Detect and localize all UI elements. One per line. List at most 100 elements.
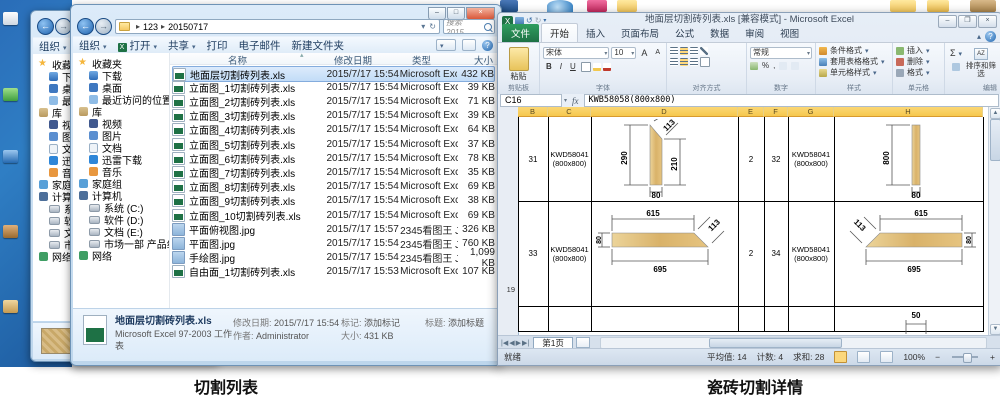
desktop-icon[interactable] [3, 88, 18, 101]
insert-cells-button[interactable]: 插入 [896, 45, 941, 56]
scroll-down-icon[interactable]: ▼ [990, 324, 1000, 335]
decrease-decimal-icon[interactable] [791, 62, 799, 70]
folder-icon[interactable] [617, 0, 637, 12]
folder-icon[interactable] [927, 0, 949, 12]
fill-button[interactable] [952, 63, 960, 71]
page-break-view-icon[interactable] [880, 351, 893, 363]
fill-color-button[interactable] [593, 63, 601, 71]
explorer-window[interactable]: – □ × ← → ▸ 123 ▸ 20150717 ▾ ↻ 搜索 2015..… [70, 4, 502, 366]
ribbon-tab[interactable]: 视图 [772, 24, 807, 42]
sidebar-item[interactable]: 迅雷下载 [89, 154, 169, 165]
bold-button[interactable]: B [543, 61, 555, 73]
excel-window[interactable]: X ↺ ↻ ▾ 地面层切割砖列表.xls [兼容模式] - Microsoft … [497, 12, 1000, 366]
paste-icon[interactable] [509, 47, 529, 71]
autosum-button[interactable]: Σ [948, 47, 964, 61]
column-header[interactable]: B [518, 107, 548, 117]
sheet-tab[interactable]: 第1页 [533, 337, 573, 349]
align-center-icon[interactable] [680, 58, 688, 66]
normal-view-icon[interactable] [834, 351, 847, 363]
cell-c20[interactable]: KWD58041(800x800) [548, 201, 591, 306]
share-button[interactable]: 共享 [168, 38, 196, 53]
search-input[interactable]: 搜索 2015... [443, 19, 495, 34]
cell-g19[interactable]: KWD58041(800x800) [788, 117, 834, 201]
ribbon-tab[interactable]: 审阅 [737, 24, 772, 42]
underline-button[interactable]: U [567, 61, 579, 73]
breadcrumb-root[interactable]: 123 [143, 22, 158, 32]
file-tab[interactable]: 文件 [502, 24, 539, 42]
new-folder-button[interactable]: 新建文件夹 [292, 38, 345, 53]
details-tags-value[interactable]: 添加标记 [364, 318, 400, 328]
file-row[interactable]: 平面图.jpg 2015/7/17 15:54 2345看图王 JPG ... … [172, 236, 495, 250]
formula-input[interactable]: KWB58058(800x800) [584, 94, 999, 107]
file-row[interactable]: 立面图_6切割砖列表.xls 2015/7/17 15:54 Microsoft… [172, 151, 495, 165]
sidebar-item[interactable]: 网络 [79, 250, 169, 261]
zoom-out-icon[interactable]: − [935, 352, 940, 362]
file-row[interactable]: 立面图_2切割砖列表.xls 2015/7/17 15:54 Microsoft… [172, 94, 495, 108]
file-row[interactable]: 立面图_5切割砖列表.xls 2015/7/17 15:54 Microsoft… [172, 137, 495, 151]
ribbon-tab[interactable]: 插入 [578, 24, 613, 42]
increase-decimal-icon[interactable] [779, 62, 787, 70]
merge-center-icon[interactable] [700, 57, 710, 67]
breadcrumb[interactable]: ▸ 123 ▸ 20150717 ▾ ↻ [115, 19, 440, 34]
font-size-combo[interactable]: 10 [611, 47, 636, 59]
cell-f20[interactable]: 34 [764, 201, 788, 306]
number-format-combo[interactable]: 常规 [750, 47, 812, 59]
worksheet-grid[interactable]: BCDEFGH 19 20 31 KWD58041(800x800) 2 32 … [498, 107, 1000, 336]
name-box[interactable]: C16 [500, 94, 562, 107]
format-as-table-button[interactable]: 套用表格格式 [819, 56, 889, 67]
sidebar-item[interactable]: 视频 [89, 118, 169, 129]
conditional-formatting-button[interactable]: 条件格式 [819, 45, 889, 56]
cell-e20[interactable]: 2 [738, 201, 764, 306]
file-row[interactable]: 立面图_9切割砖列表.xls 2015/7/17 15:54 Microsoft… [172, 194, 495, 208]
column-header[interactable]: F [764, 107, 788, 117]
file-row[interactable]: 立面图_1切割砖列表.xls 2015/7/17 15:54 Microsoft… [172, 80, 495, 94]
column-header[interactable]: D [591, 107, 738, 117]
first-sheet-icon[interactable]: |◀ [501, 339, 508, 347]
file-row[interactable]: 立面图_3切割砖列表.xls 2015/7/17 15:54 Microsoft… [172, 109, 495, 123]
column-header[interactable]: H [834, 107, 983, 117]
zoom-slider-knob[interactable] [963, 353, 972, 363]
file-row[interactable]: 立面图_7切割砖列表.xls 2015/7/17 15:54 Microsoft… [172, 165, 495, 179]
percent-style-icon[interactable]: % [762, 61, 769, 70]
ribbon-tab[interactable]: 页面布局 [613, 24, 667, 42]
desktop-icon[interactable] [3, 150, 18, 163]
desktop-icon[interactable] [3, 225, 18, 238]
zoom-in-icon[interactable]: + [990, 352, 995, 362]
details-title-value[interactable]: 添加标题 [448, 318, 484, 328]
collapse-ribbon-icon[interactable]: ▴ [977, 32, 981, 41]
organize-button[interactable]: 组织 [39, 39, 67, 54]
accounting-format-icon[interactable] [750, 62, 758, 70]
breadcrumb-current[interactable]: 20150717 [168, 22, 208, 32]
forward-icon[interactable]: → [95, 18, 112, 35]
align-bottom-icon[interactable] [690, 47, 698, 55]
last-sheet-icon[interactable]: ▶| [522, 339, 529, 347]
horizontal-scrollbar[interactable] [600, 337, 987, 349]
views-button[interactable] [436, 39, 456, 51]
delete-cells-button[interactable]: 删除 [896, 56, 941, 67]
column-header-date[interactable]: 修改日期 [334, 53, 372, 67]
name-box-dropdown-icon[interactable]: ▾ [564, 97, 567, 104]
preview-pane-button[interactable] [462, 39, 476, 51]
shrink-font-button[interactable]: A [652, 47, 663, 59]
format-cells-button[interactable]: 格式 [896, 67, 941, 78]
next-sheet-icon[interactable]: ▶ [516, 339, 521, 347]
cell-g20[interactable]: KWD58041(800x800) [788, 201, 834, 306]
column-header[interactable]: G [788, 107, 834, 117]
back-icon[interactable]: ← [77, 18, 94, 35]
page-layout-view-icon[interactable] [857, 351, 870, 363]
cell-b19[interactable]: 31 [518, 117, 548, 201]
zoom-level[interactable]: 100% [903, 352, 925, 362]
column-header[interactable]: E [738, 107, 764, 117]
cell-f19[interactable]: 32 [764, 117, 788, 201]
desktop-icon[interactable] [500, 0, 518, 12]
italic-button[interactable]: I [557, 61, 565, 73]
sort-filter-button[interactable]: AZ 排序和筛选 [964, 48, 998, 84]
desktop-icon[interactable] [3, 12, 18, 25]
scroll-up-icon[interactable]: ▲ [990, 108, 1000, 119]
desktop-icon[interactable] [587, 0, 607, 12]
sidebar-item[interactable]: 库 [79, 106, 169, 117]
browser-icon[interactable] [547, 0, 573, 12]
cell-b20[interactable]: 33 [518, 201, 548, 306]
cell-c19[interactable]: KWD58041(800x800) [548, 117, 591, 201]
file-row[interactable]: 立面图_8切割砖列表.xls 2015/7/17 15:54 Microsoft… [172, 180, 495, 194]
